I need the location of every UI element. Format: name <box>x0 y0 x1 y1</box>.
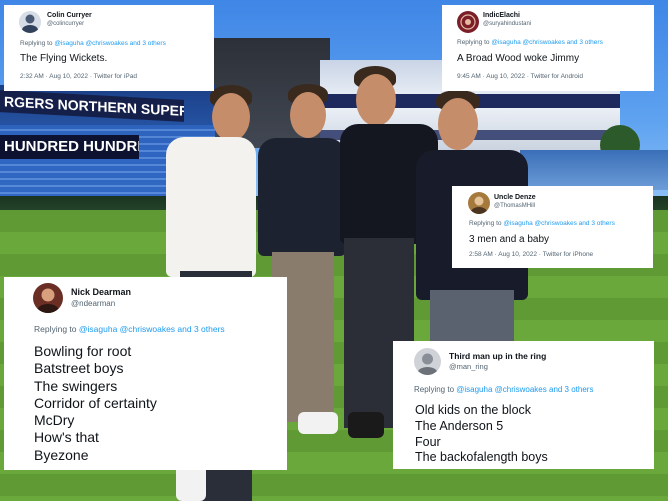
person-icon <box>417 353 438 375</box>
reply-others-link[interactable]: and 3 others <box>547 385 593 394</box>
user-avatar[interactable] <box>33 283 63 313</box>
reply-prefix: Replying to <box>34 324 79 334</box>
tweet-card-indicelachi[interactable]: IndicElachi @suryahindustani Replying to… <box>442 5 654 91</box>
tweet-card-third-man[interactable]: Third man up in the ring @man_ring Reply… <box>393 341 654 469</box>
replying-to: Replying to @isaguha @chriswoakes and 3 … <box>20 40 166 47</box>
replying-to: Replying to @isaguha @chriswoakes and 3 … <box>469 220 615 227</box>
display-name[interactable]: Colin Curryer <box>47 12 92 19</box>
user-handle[interactable]: @ndearman <box>71 299 115 308</box>
reply-prefix: Replying to <box>20 40 55 47</box>
emblem-icon <box>460 14 476 30</box>
tweet-timestamp[interactable]: 2:58 AM · Aug 10, 2022 · Twitter for iPh… <box>469 251 593 258</box>
user-avatar[interactable] <box>468 192 490 214</box>
user-handle[interactable]: @colincurryer <box>47 21 84 27</box>
display-name[interactable]: Nick Dearman <box>71 287 131 297</box>
reply-others-link[interactable]: and 3 others <box>175 324 224 334</box>
tweet-timestamp[interactable]: 9:45 AM · Aug 10, 2022 · Twitter for And… <box>457 73 583 80</box>
replying-to: Replying to @isaguha @chriswoakes and 3 … <box>414 385 593 394</box>
user-handle[interactable]: @ThomasMHill <box>494 203 535 209</box>
display-name[interactable]: IndicElachi <box>483 12 520 19</box>
reply-prefix: Replying to <box>414 385 457 394</box>
user-handle[interactable]: @man_ring <box>449 362 488 371</box>
mention-links[interactable]: @isaguha @chriswoakes <box>491 39 565 46</box>
far-stand <box>520 150 668 190</box>
mention-links[interactable]: @isaguha @chriswoakes <box>79 324 175 334</box>
tweet-text: Bowling for root Batstreet boys The swin… <box>34 343 157 463</box>
person-icon <box>22 14 38 33</box>
user-handle[interactable]: @suryahindustani <box>483 21 531 27</box>
replying-to: Replying to @isaguha @chriswoakes and 3 … <box>34 324 225 334</box>
reply-prefix: Replying to <box>457 39 492 46</box>
tweet-text: The Flying Wickets. <box>20 53 108 64</box>
reply-others-link[interactable]: and 3 others <box>577 220 615 227</box>
user-avatar[interactable] <box>414 348 441 375</box>
display-name[interactable]: Third man up in the ring <box>449 351 546 361</box>
person-icon <box>471 196 487 214</box>
tweet-text: 3 men and a baby <box>469 234 550 245</box>
tweet-timestamp[interactable]: 2:32 AM · Aug 10, 2022 · Twitter for iPa… <box>20 73 137 80</box>
user-avatar[interactable] <box>19 11 41 33</box>
tweet-text: Old kids on the block The Anderson 5 Fou… <box>415 403 548 465</box>
display-name[interactable]: Uncle Denze <box>494 194 536 201</box>
hundred-banner: HUNDRED HUNDRED <box>0 135 139 159</box>
mention-links[interactable]: @isaguha @chriswoakes <box>456 385 547 394</box>
tweet-card-colin-curryer[interactable]: Colin Curryer @colincurryer Replying to … <box>4 5 214 91</box>
reply-others-link[interactable]: and 3 others <box>128 40 166 47</box>
tweet-card-uncle-denze[interactable]: Uncle Denze @ThomasMHill Replying to @is… <box>452 186 653 268</box>
replying-to: Replying to @isaguha @chriswoakes and 3 … <box>457 39 603 46</box>
tweet-text: A Broad Wood woke Jimmy <box>457 53 580 64</box>
user-avatar[interactable] <box>457 11 479 33</box>
tweet-card-nick-dearman[interactable]: Nick Dearman @ndearman Replying to @isag… <box>4 277 287 470</box>
mention-links[interactable]: @isaguha @chriswoakes <box>503 220 577 227</box>
person-icon <box>37 288 59 313</box>
reply-others-link[interactable]: and 3 others <box>565 39 603 46</box>
reply-prefix: Replying to <box>469 220 504 227</box>
mention-links[interactable]: @isaguha @chriswoakes <box>54 40 128 47</box>
